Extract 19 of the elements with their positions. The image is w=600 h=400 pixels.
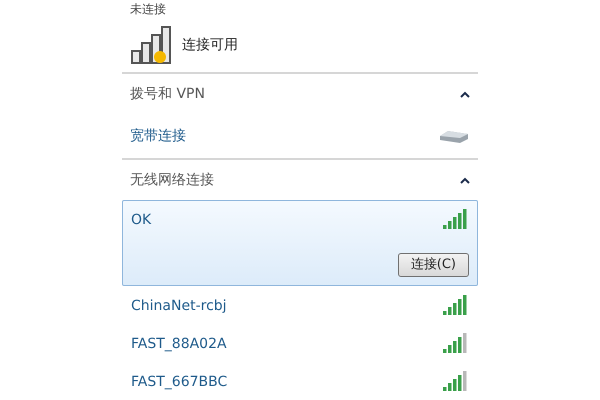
- network-item[interactable]: FAST_667BBC: [122, 362, 478, 400]
- connect-button[interactable]: 连接(C): [398, 253, 469, 277]
- modem-icon: [438, 128, 470, 144]
- network-name: FAST_667BBC: [131, 372, 228, 392]
- status-title: 未连接: [130, 3, 166, 15]
- network-item[interactable]: OK 连接(C): [122, 200, 478, 286]
- network-name: FAST_88A02A: [131, 334, 227, 354]
- section-header[interactable]: 无线网络连接: [122, 160, 478, 200]
- collapse-icon[interactable]: [460, 90, 470, 98]
- network-name: ChinaNet-rcbj: [131, 296, 227, 316]
- section-title: 无线网络连接: [130, 170, 214, 190]
- network-name: OK: [131, 210, 152, 230]
- status-text: 连接可用: [182, 36, 238, 54]
- connection-name[interactable]: 宽带连接: [130, 126, 186, 146]
- network-item[interactable]: ChinaNet-rcbj: [122, 286, 478, 324]
- collapse-icon[interactable]: [460, 176, 470, 184]
- section-title: 拨号和 VPN: [130, 84, 205, 104]
- section-header[interactable]: 拨号和 VPN: [122, 74, 478, 114]
- network-item[interactable]: FAST_88A02A: [122, 324, 478, 362]
